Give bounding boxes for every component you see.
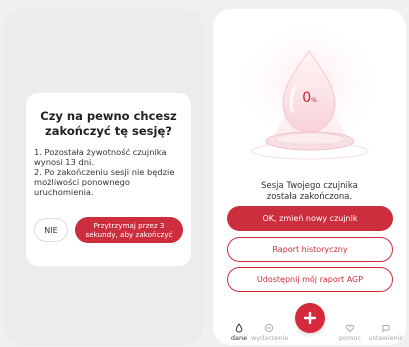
dialog-body-line-4: możliwości ponownego: [34, 177, 130, 187]
share-agp-report-button[interactable]: Udostępnij mój raport AGP: [227, 267, 393, 292]
heart-icon: [345, 324, 355, 333]
nav-item-ustawienie[interactable]: ustawienie: [368, 323, 404, 342]
remaining-value-unit: %: [311, 97, 317, 104]
plus-icon: [303, 311, 317, 325]
left-phone-screen: Czy na pewno chcesz zakończyć tę sesję? …: [3, 9, 203, 345]
dialog-title-line-2: zakończyć tę sesję?: [45, 124, 172, 138]
dialog-actions: NIE Przytrzymaj przez 3 sekundy, aby zak…: [34, 217, 183, 243]
hold-button-line-2: sekundy, aby zakończyć: [85, 230, 173, 239]
drop-icon: [235, 323, 243, 333]
no-button[interactable]: NIE: [34, 218, 68, 242]
dialog-body-line-1: 1. Pozostała żywotność czujnika: [34, 147, 167, 157]
dialog-title: Czy na pewno chcesz zakończyć tę sesję?: [34, 109, 183, 139]
settings-icon: [382, 325, 390, 333]
nav-item-pomoc[interactable]: pomoc: [332, 323, 368, 342]
new-sensor-button[interactable]: OK, zmień nowy czujnik: [227, 206, 393, 231]
nav-label-ustawienie: ustawienie: [368, 334, 404, 342]
bottom-navigation: dane wydarzenie pomoc ustawienie: [213, 303, 406, 345]
session-message-line-2: została zakończona.: [266, 192, 353, 202]
dialog-title-line-1: Czy na pewno chcesz: [40, 109, 177, 123]
sensor-status-graphic: 0%: [233, 27, 386, 164]
nav-label-wydarzenie: wydarzenie: [251, 334, 289, 342]
session-message-line-1: Sesja Twojego czujnika: [261, 181, 358, 191]
dialog-body-line-5: uruchomienia.: [34, 187, 94, 197]
remaining-value-number: 0: [302, 90, 312, 106]
add-button[interactable]: [295, 303, 325, 333]
dialog-body: 1. Pozostała żywotność czujnika wynosi 1…: [34, 147, 183, 197]
hold-button-line-1: Przytrzymaj przez 3: [93, 221, 165, 230]
hold-to-end-button[interactable]: Przytrzymaj przez 3 sekundy, aby zakończ…: [75, 217, 183, 243]
screen: Czy na pewno chcesz zakończyć tę sesję? …: [0, 0, 409, 347]
dialog-body-line-2: wynosi 13 dni.: [34, 157, 94, 167]
right-phone-screen: 0% Sesja Twojego czujnika została zakońc…: [213, 9, 406, 345]
nav-item-wydarzenie[interactable]: wydarzenie: [251, 323, 289, 342]
nav-label-dane: dane: [230, 334, 248, 342]
remaining-value: 0%: [233, 90, 386, 106]
end-session-dialog: Czy na pewno chcesz zakończyć tę sesję? …: [26, 93, 191, 266]
dialog-body-line-3: 2. Po zakończeniu sesji nie będzie: [34, 167, 175, 177]
history-report-button[interactable]: Raport historyczny: [227, 237, 393, 262]
session-ended-message: Sesja Twojego czujnika została zakończon…: [223, 181, 396, 203]
events-icon: [264, 323, 274, 333]
nav-label-pomoc: pomoc: [339, 334, 361, 342]
